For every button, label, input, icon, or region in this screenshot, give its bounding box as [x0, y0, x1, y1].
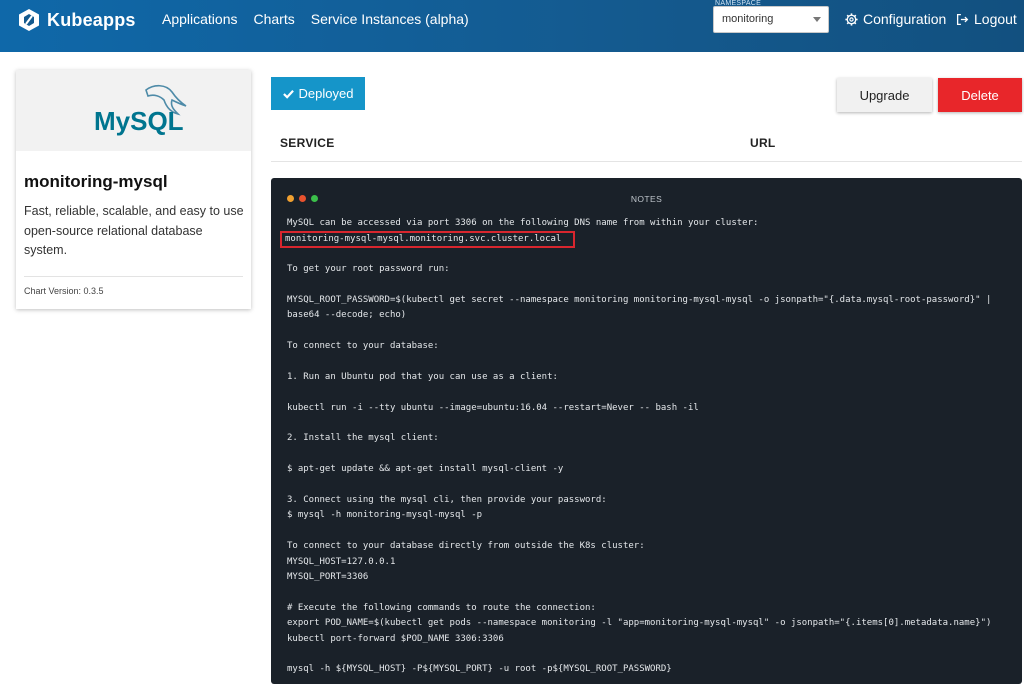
- notes-line: To get your root password run:: [287, 264, 450, 275]
- app-description: Fast, reliable, scalable, and easy to us…: [24, 204, 244, 257]
- notes-line: [287, 324, 991, 339]
- notes-line: base64 --decode; echo): [287, 310, 407, 321]
- notes-line: [287, 385, 991, 400]
- upgrade-button[interactable]: Upgrade: [837, 78, 932, 112]
- table-divider: [271, 161, 1022, 162]
- app-name: Kubeapps: [47, 9, 136, 30]
- notes-line: monitoring-mysql-mysql.monitoring.svc.cl…: [280, 231, 991, 249]
- notes-line: kubectl port-forward $POD_NAME 3306:3306: [287, 633, 504, 644]
- app-card: MySQL monitoring-mysql Fast, reliable, s…: [16, 70, 251, 309]
- notes-panel: NOTES MySQL can be accessed via port 330…: [271, 178, 1022, 684]
- check-icon: [282, 89, 294, 99]
- notes-line: To connect to your database:: [287, 341, 439, 352]
- status-badge: Deployed: [271, 77, 365, 110]
- notes-line: [287, 478, 991, 493]
- notes-line: [287, 447, 991, 462]
- configuration-label: Configuration: [863, 11, 947, 27]
- logout-link[interactable]: Logout: [956, 11, 1017, 27]
- notes-line: mysql -h ${MYSQL_HOST} -P${MYSQL_PORT} -…: [287, 664, 672, 675]
- logout-icon: [956, 13, 969, 25]
- notes-line: MYSQL_HOST=127.0.0.1: [287, 556, 396, 567]
- notes-line: 3. Connect using the mysql cli, then pro…: [287, 495, 607, 506]
- app-title: monitoring-mysql: [24, 172, 168, 191]
- kubeapps-logo[interactable]: Kubeapps: [18, 8, 136, 32]
- notes-line: export POD_NAME=$(kubectl get pods --nam…: [287, 618, 992, 629]
- notes-line: 1. Run an Ubuntu pod that you can use as…: [287, 371, 558, 382]
- namespace-select[interactable]: monitoring: [713, 6, 829, 33]
- app-card-image: MySQL: [16, 70, 251, 151]
- notes-line: [287, 416, 991, 431]
- top-navbar: Kubeapps Applications Charts Service Ins…: [0, 0, 1024, 52]
- nav-charts[interactable]: Charts: [254, 11, 295, 27]
- card-divider: [24, 276, 243, 277]
- service-column-header: SERVICE: [280, 136, 335, 150]
- notes-line: MYSQL_PORT=3306: [287, 571, 369, 582]
- configuration-link[interactable]: Configuration: [845, 11, 946, 27]
- nav-applications[interactable]: Applications: [162, 11, 238, 27]
- highlighted-dns-name: monitoring-mysql-mysql.monitoring.svc.cl…: [280, 231, 576, 249]
- notes-line: [287, 247, 991, 262]
- notes-line: To connect to your database directly fro…: [287, 541, 645, 552]
- notes-line: 2. Install the mysql client:: [287, 433, 439, 444]
- mysql-logo: MySQL: [94, 84, 187, 136]
- status-label: Deployed: [298, 86, 354, 101]
- notes-line: kubectl run -i --tty ubuntu --image=ubun…: [287, 402, 699, 413]
- mysql-logo-text: MySQL: [94, 106, 184, 136]
- logout-label: Logout: [974, 11, 1017, 27]
- chevron-down-icon: [813, 17, 821, 22]
- notes-title: NOTES: [630, 194, 663, 204]
- notes-body: MySQL can be accessed via port 3306 on t…: [280, 216, 992, 678]
- chart-version: Chart Version: 0.3.5: [24, 286, 104, 296]
- notes-line: # Execute the following commands to rout…: [287, 602, 596, 613]
- main-nav: Applications Charts Service Instances (a…: [162, 11, 469, 27]
- gear-icon: [845, 12, 858, 26]
- notes-line: MySQL can be accessed via port 3306 on t…: [287, 218, 759, 228]
- notes-line: [287, 585, 991, 600]
- notes-line: $ mysql -h monitoring-mysql-mysql -p: [287, 510, 483, 521]
- notes-line: $ apt-get update && apt-get install mysq…: [287, 464, 564, 475]
- delete-button[interactable]: Delete: [938, 78, 1022, 112]
- namespace-value: monitoring: [722, 13, 774, 25]
- nav-service-instances[interactable]: Service Instances (alpha): [311, 11, 469, 27]
- notes-line: MYSQL_ROOT_PASSWORD=$(kubectl get secret…: [287, 294, 992, 305]
- notes-line: [287, 524, 991, 539]
- notes-line: [287, 278, 991, 293]
- kubeapps-hex-icon: [19, 9, 39, 31]
- url-column-header: URL: [750, 136, 776, 150]
- notes-line: [287, 647, 991, 662]
- notes-line: [287, 355, 991, 370]
